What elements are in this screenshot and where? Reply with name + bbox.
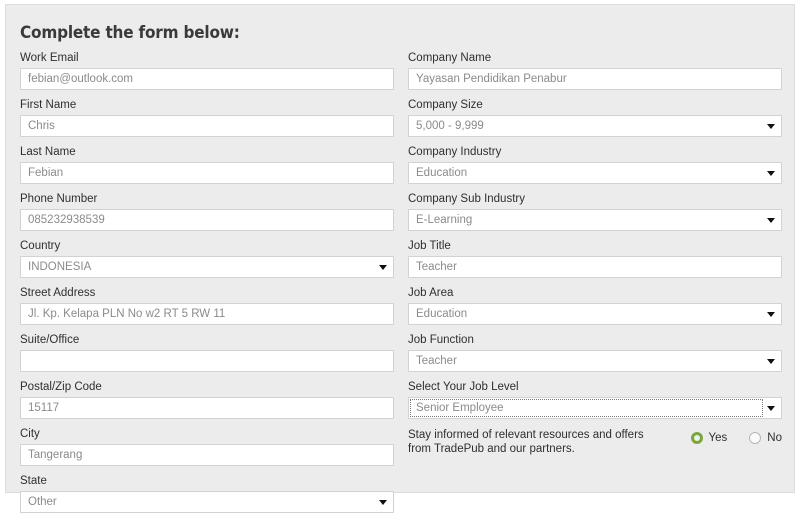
state-label: State — [20, 475, 47, 487]
radio-button-icon[interactable] — [690, 432, 703, 444]
company-size-select[interactable]: 5,000 - 9,999 — [408, 115, 782, 137]
chevron-down-icon[interactable] — [767, 406, 775, 411]
country-select[interactable]: INDONESIA — [20, 256, 394, 278]
field-job-title: Job Title Teacher — [408, 240, 782, 278]
field-job-area: Job Area Education — [408, 287, 782, 325]
chevron-down-icon[interactable] — [767, 312, 775, 317]
consent-row: Stay informed of relevant resources and … — [408, 428, 782, 462]
chevron-down-icon[interactable] — [379, 500, 387, 505]
field-company-name: Company Name Yayasan Pendidikan Penabur — [408, 52, 782, 90]
consent-text: Stay informed of relevant resources and … — [408, 429, 644, 455]
street-address-label: Street Address — [20, 287, 96, 299]
field-work-email: Work Email febian@outlook.com — [20, 52, 394, 90]
job-level-label: Select Your Job Level — [408, 381, 519, 393]
work-email-value: febian@outlook.com — [28, 73, 134, 85]
suite-office-label: Suite/Office — [20, 334, 80, 346]
company-sub-industry-select[interactable]: E-Learning — [408, 209, 782, 231]
postal-zip-code-input[interactable]: 15117 — [20, 397, 394, 419]
city-label: City — [20, 428, 40, 440]
first-name-input[interactable]: Chris — [20, 115, 394, 137]
consent-radio-yes[interactable]: Yes — [690, 432, 728, 444]
field-first-name: First Name Chris — [20, 99, 394, 137]
chevron-down-icon[interactable] — [767, 359, 775, 364]
page-title: Complete the form below: — [20, 23, 240, 43]
city-input[interactable]: Tangerang — [20, 444, 394, 466]
country-value: INDONESIA — [28, 261, 92, 273]
last-name-label: Last Name — [20, 146, 76, 158]
job-function-select[interactable]: Teacher — [408, 350, 782, 372]
job-title-value: Teacher — [416, 261, 457, 273]
work-email-input[interactable]: febian@outlook.com — [20, 68, 394, 90]
last-name-input[interactable]: Febian — [20, 162, 394, 184]
phone-number-label: Phone Number — [20, 193, 98, 205]
company-industry-select[interactable]: Education — [408, 162, 782, 184]
postal-zip-code-value: 15117 — [28, 402, 60, 414]
job-area-label: Job Area — [408, 287, 454, 299]
last-name-value: Febian — [28, 167, 64, 179]
job-area-value: Education — [416, 308, 468, 320]
field-city: City Tangerang — [20, 428, 394, 466]
field-company-size: Company Size 5,000 - 9,999 — [408, 99, 782, 137]
company-industry-value: Education — [416, 167, 468, 179]
first-name-value: Chris — [28, 120, 55, 132]
work-email-label: Work Email — [20, 52, 79, 64]
field-suite-office: Suite/Office — [20, 334, 394, 372]
phone-number-value: 085232938539 — [28, 214, 105, 226]
consent-radio-label: Yes — [708, 432, 728, 444]
city-value: Tangerang — [28, 449, 83, 461]
job-area-select[interactable]: Education — [408, 303, 782, 325]
field-street-address: Street Address Jl. Kp. Kelapa PLN No w2 R… — [20, 287, 394, 325]
country-label: Country — [20, 240, 61, 252]
job-function-label: Job Function — [408, 334, 474, 346]
consent-radio-no[interactable]: No — [749, 432, 782, 444]
form-panel: Complete the form below: Work Email febia… — [5, 4, 795, 513]
street-address-value: Jl. Kp. Kelapa PLN No w2 RT 5 RW 11 — [28, 308, 226, 320]
chevron-down-icon[interactable] — [379, 265, 387, 270]
first-name-label: First Name — [20, 99, 77, 111]
form-column-left: Work Email febian@outlook.com First Name Ch… — [20, 52, 394, 522]
field-company-sub-industry: Company Sub Industry E-Learning — [408, 193, 782, 231]
job-function-value: Teacher — [416, 355, 457, 367]
field-postal-zip-code: Postal/Zip Code 15117 — [20, 381, 394, 419]
postal-zip-code-label: Postal/Zip Code — [20, 381, 102, 393]
job-level-value: Senior Employee — [416, 402, 504, 414]
chevron-down-icon[interactable] — [767, 124, 775, 129]
field-phone-number: Phone Number 085232938539 — [20, 193, 394, 231]
radio-button-icon[interactable] — [749, 432, 762, 444]
job-title-label: Job Title — [408, 240, 451, 252]
consent-radio-label: No — [767, 432, 782, 444]
form-page: Complete the form below: Work Email febia… — [0, 0, 800, 513]
suite-office-value — [28, 351, 371, 371]
field-job-function: Job Function Teacher — [408, 334, 782, 372]
form-column-right: Company Name Yayasan Pendidikan Penabur Co… — [408, 52, 782, 462]
chevron-down-icon[interactable] — [767, 218, 775, 223]
state-select[interactable]: Other — [20, 491, 394, 513]
phone-number-input[interactable]: 085232938539 — [20, 209, 394, 231]
company-size-label: Company Size — [408, 99, 483, 111]
job-title-input[interactable]: Teacher — [408, 256, 782, 278]
company-industry-label: Company Industry — [408, 146, 502, 158]
street-address-input[interactable]: Jl. Kp. Kelapa PLN No w2 RT 5 RW 11 — [20, 303, 394, 325]
field-state: State Other — [20, 475, 394, 513]
field-country: Country INDONESIA — [20, 240, 394, 278]
company-name-label: Company Name — [408, 52, 492, 64]
field-job-level: Select Your Job Level Senior Employee — [408, 381, 782, 419]
company-size-value: 5,000 - 9,999 — [416, 120, 484, 132]
chevron-down-icon[interactable] — [767, 171, 775, 176]
company-sub-industry-value: E-Learning — [416, 214, 473, 226]
state-value: Other — [28, 496, 57, 508]
company-name-value: Yayasan Pendidikan Penabur — [416, 73, 567, 85]
field-company-industry: Company Industry Education — [408, 146, 782, 184]
job-level-select[interactable]: Senior Employee — [408, 397, 782, 419]
company-name-input[interactable]: Yayasan Pendidikan Penabur — [408, 68, 782, 90]
suite-office-input[interactable] — [20, 350, 394, 372]
consent-radio-group: Yes No — [669, 432, 782, 444]
field-last-name: Last Name Febian — [20, 146, 394, 184]
company-sub-industry-label: Company Sub Industry — [408, 193, 525, 205]
